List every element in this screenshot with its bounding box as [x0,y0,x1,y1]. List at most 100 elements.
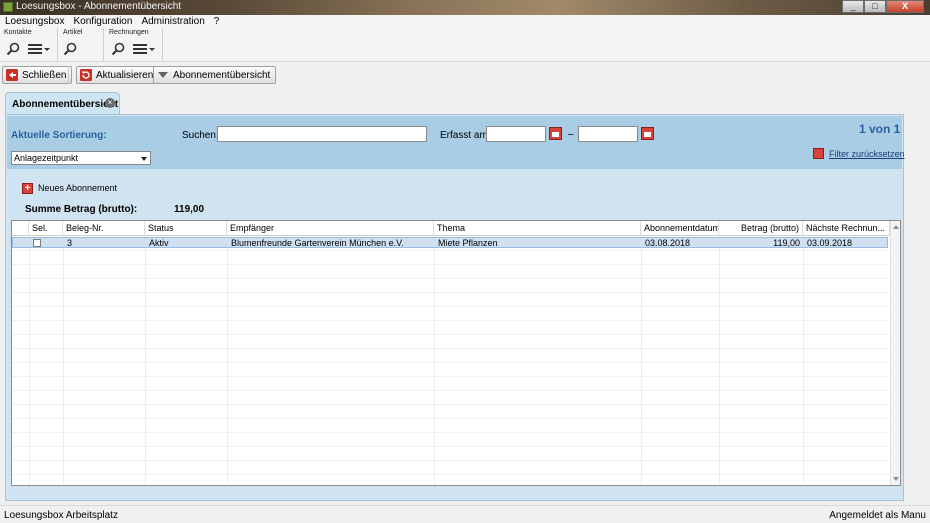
row-divider [12,460,890,461]
row-divider [12,278,890,279]
column-divider [641,236,642,485]
row-select-checkbox[interactable] [33,239,41,247]
cell-thema: Miete Pflanzen [438,238,498,248]
calendar-icon[interactable] [641,127,654,140]
menu-loesungsbox[interactable]: Loesungsbox [0,15,69,28]
filter-icon [158,72,168,78]
group-kontakte: Kontakte [0,28,58,61]
table-row[interactable]: 3 Aktiv Blumenfreunde Gartenverein Münch… [12,237,888,248]
column-divider [227,236,228,485]
subscription-table: Sel. Beleg-Nr. Status Empfänger Thema Ab… [11,220,901,486]
column-header-thema[interactable]: Thema [434,221,641,236]
row-divider [12,362,890,363]
list-menu-icon[interactable] [133,42,155,56]
calendar-icon[interactable] [549,127,562,140]
search-input[interactable] [217,126,427,142]
column-header-sel[interactable]: Sel. [29,221,63,236]
column-header-betrag[interactable]: Betrag (brutto) [719,221,803,236]
new-subscription-link[interactable]: Neues Abonnement [38,183,117,193]
exit-icon [6,69,18,81]
cell-empfaenger: Blumenfreunde Gartenverein München e.V. [231,238,404,248]
home-icon[interactable] [813,148,824,159]
row-divider [12,292,890,293]
scroll-down-icon[interactable] [893,477,899,481]
scroll-up-icon[interactable] [893,225,899,229]
tab-label: Abonnementübersicht [12,99,119,110]
refresh-button[interactable]: Aktualisieren [76,66,160,84]
group-artikel: Artikel [59,28,104,61]
sum-value: 119,00 [174,204,205,215]
cell-betrag: 119,00 [773,238,800,248]
sort-label: Aktuelle Sortierung: [11,130,107,141]
column-header-status[interactable]: Status [145,221,227,236]
vertical-scrollbar[interactable] [890,221,900,485]
column-divider [434,236,435,485]
maximize-button[interactable]: □ [864,0,886,13]
action-bar: Schließen Aktualisieren Abonnementübersi… [0,63,930,85]
sort-value: Anlagezeitpunkt [14,153,79,163]
cell-status: Aktiv [149,238,169,248]
row-divider [12,376,890,377]
tool-groups: Kontakte Artikel Rechnungen [0,28,930,62]
row-divider [12,306,890,307]
date-from-input[interactable] [486,126,546,142]
row-divider [12,250,890,251]
tab-close-icon[interactable]: × [105,98,115,108]
search-label: Suchen: [182,130,219,141]
tab-strip: Abonnementübersicht × [0,91,930,114]
overview-button[interactable]: Abonnementübersicht [153,66,277,84]
column-header-blank [12,221,29,236]
reset-filter-link[interactable]: Filter zurücksetzen [829,149,905,159]
group-rechnungen: Rechnungen [105,28,163,61]
status-workspace: Loesungsbox Arbeitsplatz [4,510,118,521]
menu-administration[interactable]: Administration [136,15,208,28]
column-header-empfaenger[interactable]: Empfänger [227,221,434,236]
chevron-down-icon [141,157,147,161]
cell-naechste-rechnung: 03.09.2018 [807,238,853,248]
close-button-label: Schließen [22,69,67,81]
window-controls: _ □ X [842,0,924,13]
column-divider [803,236,804,485]
close-window-button[interactable]: X [886,0,924,13]
sort-select[interactable]: Anlagezeitpunkt [11,151,151,165]
group-label: Artikel [63,29,83,36]
group-label: Kontakte [4,29,32,36]
column-header-beleg[interactable]: Beleg-Nr. [63,221,145,236]
close-button[interactable]: Schließen [2,66,73,84]
column-divider [63,236,64,485]
add-icon[interactable]: + [22,183,33,194]
column-divider [29,236,30,485]
row-divider [12,348,890,349]
refresh-icon [80,69,92,81]
window-title: Loesungsbox - Abonnementübersicht [16,1,182,12]
sum-label: Summe Betrag (brutto): [25,204,138,215]
date-to-input[interactable] [578,126,638,142]
date-range-dash: – [568,129,574,140]
menu-help[interactable]: ? [209,15,224,28]
search-icon[interactable] [6,42,20,56]
row-divider [12,320,890,321]
column-header-abodatum[interactable]: Abonnementdatum [641,221,719,236]
pagination-count: 1 von 1 [859,122,901,136]
list-menu-icon[interactable] [28,42,50,56]
group-label: Rechnungen [109,29,149,36]
menu-bar: Loesungsbox Konfiguration Administration… [0,15,930,28]
row-divider [12,432,890,433]
title-bar: Loesungsbox - Abonnementübersicht _ □ X [0,0,930,15]
status-user: Angemeldet als Manu [829,510,926,521]
table-header: Sel. Beleg-Nr. Status Empfänger Thema Ab… [12,221,890,236]
search-icon[interactable] [111,42,125,56]
menu-konfiguration[interactable]: Konfiguration [69,15,137,28]
search-icon[interactable] [63,42,77,56]
tab-abonnementuebersicht[interactable]: Abonnementübersicht × [5,92,120,114]
app-icon [3,2,13,12]
row-divider [12,446,890,447]
table-body: 3 Aktiv Blumenfreunde Gartenverein Münch… [12,236,890,485]
column-divider [145,236,146,485]
filter-bar: Aktuelle Sortierung: Anlagezeitpunkt Suc… [7,116,905,169]
column-header-naechste[interactable]: Nächste Rechnun... [803,221,890,236]
row-divider [12,334,890,335]
row-divider [12,474,890,475]
refresh-button-label: Aktualisieren [96,69,154,81]
minimize-button[interactable]: _ [842,0,864,13]
